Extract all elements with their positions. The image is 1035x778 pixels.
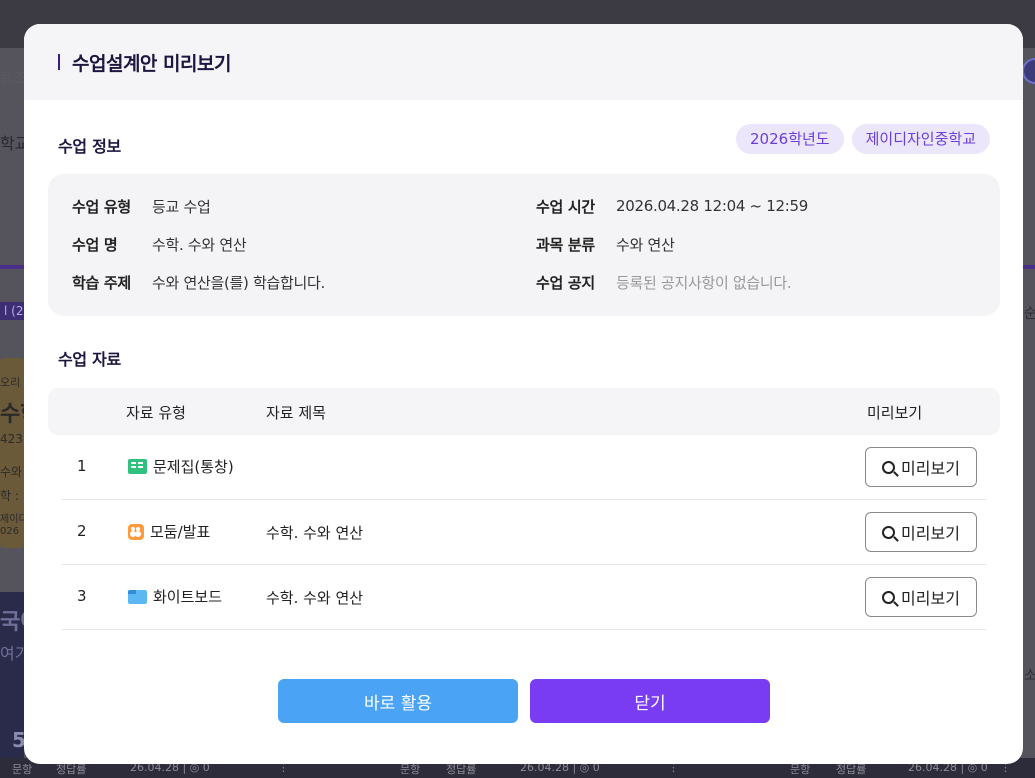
info-row-lesson-name: 수업 명 수학. 수와 연산 xyxy=(72,234,247,254)
row-number: 3 xyxy=(77,587,87,605)
background-text: 학 : xyxy=(0,489,19,503)
info-label: 수업 시간 xyxy=(536,197,595,216)
background-search-icon xyxy=(1022,58,1035,84)
info-label: 학습 주제 xyxy=(72,273,131,292)
material-type-label: 화이트보드 xyxy=(153,588,223,606)
row-number: 1 xyxy=(77,457,87,475)
background-text: 423 xyxy=(0,432,23,446)
column-type: 자료 유형 xyxy=(126,404,186,422)
school-year-chip: 2026학년도 xyxy=(736,124,844,154)
close-button[interactable]: 닫기 xyxy=(530,679,770,723)
table-row: 3 화이트보드 수학. 수와 연산 미리보기 xyxy=(62,565,986,630)
info-label: 수업 공지 xyxy=(536,273,595,292)
background-text: 소 xyxy=(1024,668,1035,684)
info-value: 등교 수업 xyxy=(152,197,211,216)
info-value: 등록된 공지사항이 없습니다. xyxy=(616,273,792,292)
use-now-button[interactable]: 바로 활용 xyxy=(278,679,518,723)
lesson-info-heading: 수업 정보 xyxy=(58,137,121,156)
school-name-chip: 제이디자인중학교 xyxy=(851,124,990,154)
lesson-info-box: 수업 유형 등교 수업 수업 명 수학. 수와 연산 학습 주제 수와 연산을(… xyxy=(48,174,1000,316)
column-preview: 미리보기 xyxy=(867,404,923,422)
preview-button[interactable]: 미리보기 xyxy=(865,512,977,552)
info-value: 수와 연산을(를) 학습합니다. xyxy=(152,273,326,292)
workbook-icon xyxy=(128,459,147,474)
info-value: 수학. 수와 연산 xyxy=(152,235,247,254)
background-text: 수와 xyxy=(0,465,23,479)
table-row: 2 모둠/발표 수학. 수와 연산 미리보기 xyxy=(62,500,986,565)
material-type: 모둠/발표 xyxy=(128,521,210,542)
info-label: 수업 명 xyxy=(72,235,118,254)
preview-button-label: 미리보기 xyxy=(901,591,960,608)
title-accent-bar xyxy=(58,54,60,70)
info-row-subject-category: 과목 분류 수와 연산 xyxy=(536,234,675,254)
preview-button-label: 미리보기 xyxy=(901,461,960,478)
info-row-lesson-notice: 수업 공지 등록된 공지사항이 없습니다. xyxy=(536,272,792,292)
group-icon xyxy=(128,523,144,540)
modal-title: 수업설계안 미리보기 xyxy=(72,52,231,75)
search-icon xyxy=(882,590,896,604)
info-value: 2026.04.28 12:04 ~ 12:59 xyxy=(616,197,809,215)
lesson-chips: 2026학년도 제이디자인중학교 xyxy=(736,124,990,154)
background-text: 오리 xyxy=(0,376,21,389)
materials-heading: 수업 자료 xyxy=(58,350,121,369)
material-type-label: 문제집(통창) xyxy=(153,458,234,476)
search-icon xyxy=(882,525,896,539)
search-icon xyxy=(882,460,896,474)
background-text: 렌조 xyxy=(0,71,26,87)
info-label: 수업 유형 xyxy=(72,197,131,216)
info-row-learning-topic: 학습 주제 수와 연산을(를) 학습합니다. xyxy=(72,272,325,292)
preview-button[interactable]: 미리보기 xyxy=(865,577,977,617)
background-text: 순 xyxy=(1024,306,1035,322)
background-text: 문항 xyxy=(12,763,33,776)
info-row-lesson-time: 수업 시간 2026.04.28 12:04 ~ 12:59 xyxy=(536,196,808,216)
material-type: 화이트보드 xyxy=(128,586,222,607)
background-text: 026 xyxy=(0,526,20,537)
modal-header: 수업설계안 미리보기 xyxy=(24,24,1023,100)
info-value: 수와 연산 xyxy=(616,235,675,254)
material-type-label: 모둠/발표 xyxy=(150,523,211,541)
material-title: 수학. 수와 연산 xyxy=(266,589,364,607)
info-row-lesson-type: 수업 유형 등교 수업 xyxy=(72,196,211,216)
lesson-plan-preview-modal: 수업설계안 미리보기 수업 정보 2026학년도 제이디자인중학교 수업 유형 … xyxy=(24,24,1023,764)
info-label: 과목 분류 xyxy=(536,235,595,254)
preview-button[interactable]: 미리보기 xyxy=(865,447,977,487)
material-type: 문제집(통창) xyxy=(128,456,234,477)
materials-table-header: 자료 유형 자료 제목 미리보기 xyxy=(48,388,1000,435)
row-number: 2 xyxy=(77,522,87,540)
table-row: 1 문제집(통창) 미리보기 xyxy=(62,435,986,500)
material-title: 수학. 수와 연산 xyxy=(266,524,364,542)
whiteboard-icon xyxy=(128,589,147,604)
preview-button-label: 미리보기 xyxy=(901,526,960,543)
column-title: 자료 제목 xyxy=(266,404,326,422)
